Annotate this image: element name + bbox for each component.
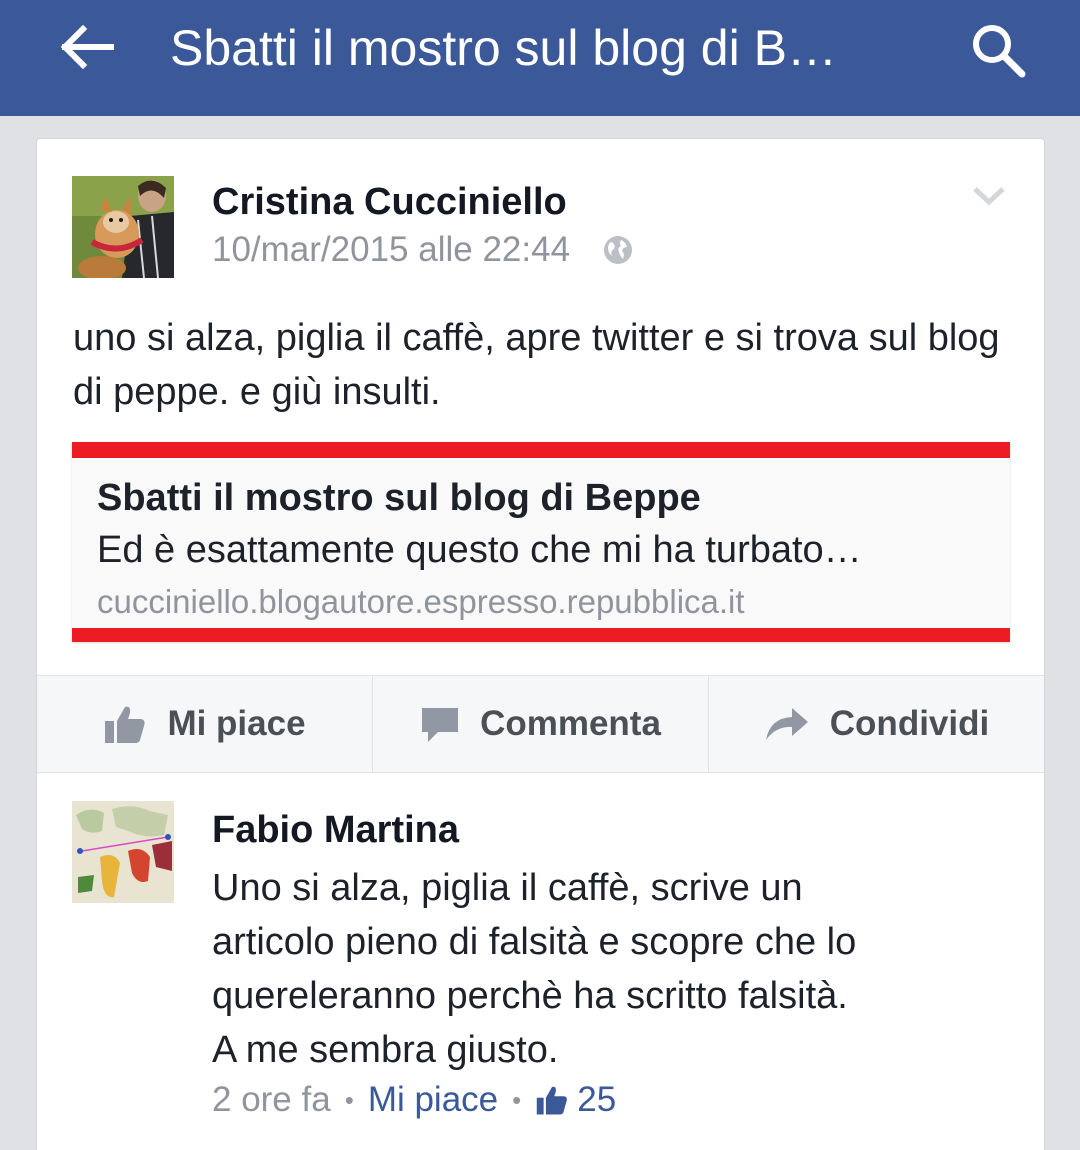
post-meta: 10/mar/2015 alle 22:44 [212, 229, 634, 271]
link-title: Sbatti il mostro sul blog di Beppe [97, 477, 701, 519]
post-card: Cristina Cucciniello 10/mar/2015 alle 22… [36, 138, 1045, 1150]
search-icon [973, 25, 1026, 78]
comment-bubble-icon [420, 704, 460, 744]
back-button[interactable] [52, 22, 122, 72]
author-name[interactable]: Cristina Cucciniello [212, 179, 567, 225]
comment-line: A me sembra giusto. [212, 1029, 559, 1071]
thumbs-up-icon [535, 1084, 569, 1116]
comment-label: Commenta [480, 704, 661, 743]
comment-line: Uno si alza, piglia il caffè, scrive un [212, 867, 803, 909]
meta-separator: • [512, 1085, 522, 1115]
comment-like-link[interactable]: Mi piace [368, 1077, 498, 1123]
comment-line: articolo pieno di falsità e scopre che l… [212, 921, 857, 963]
chevron-down-icon [973, 187, 1005, 206]
link-preview-card[interactable]: Sbatti il mostro sul blog di Beppe Ed è … [72, 442, 1010, 642]
post-action-bar: Mi piace Commenta Condividi [37, 675, 1044, 773]
link-domain: cucciniello.blogautore.espresso.repubbli… [97, 583, 745, 620]
share-arrow-icon [764, 706, 810, 742]
post-options-button[interactable] [969, 181, 1009, 211]
share-label: Condividi [829, 704, 990, 743]
like-button[interactable]: Mi piace [37, 676, 372, 772]
page-title: Sbatti il mostro sul blog di B… [170, 20, 837, 76]
share-button[interactable]: Condividi [708, 676, 1044, 772]
link-description: Ed è esattamente questo che mi ha turbat… [97, 529, 862, 571]
commenter-name[interactable]: Fabio Martina [212, 807, 459, 853]
comment-like-count[interactable]: 25 [577, 1077, 616, 1123]
world-map-photo [72, 801, 174, 903]
comment-line: quereleranno perchè ha scritto falsità. [212, 975, 848, 1017]
post-text: uno si alza, piglia il caffè, apre twitt… [73, 317, 1000, 413]
author-photo [72, 176, 174, 278]
search-button[interactable] [964, 16, 1032, 84]
like-label: Mi piace [167, 704, 306, 743]
comment-meta: 2 ore fa • Mi piace • 25 [212, 1077, 616, 1123]
arrow-left-icon [60, 25, 114, 69]
thumbs-up-icon [103, 703, 147, 745]
avatar[interactable] [72, 176, 174, 278]
comment-time: 2 ore fa [212, 1080, 331, 1119]
post-timestamp[interactable]: 10/mar/2015 alle 22:44 [212, 229, 570, 271]
comment-text: Uno si alza, piglia il caffè, scrive un … [212, 861, 1032, 1077]
comment-button[interactable]: Commenta [372, 676, 708, 772]
globe-icon [602, 234, 634, 266]
meta-separator: • [344, 1085, 354, 1115]
commenter-avatar[interactable] [72, 801, 174, 903]
top-app-bar: Sbatti il mostro sul blog di B… [0, 0, 1080, 116]
